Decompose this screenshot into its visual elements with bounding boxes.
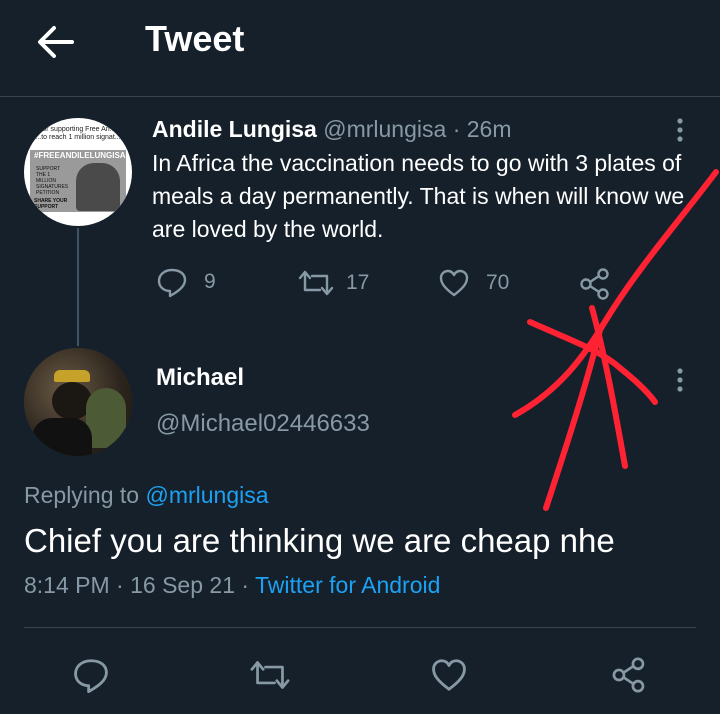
more-icon — [672, 366, 688, 396]
avatar-michael[interactable] — [24, 348, 132, 456]
avatar-shoulders — [32, 418, 92, 456]
share-icon — [578, 267, 612, 301]
annotation-stroke — [543, 327, 603, 511]
reply-tweet-text: Chief you are thinking we are cheap nhe — [24, 522, 615, 559]
retweet-icon — [298, 268, 334, 298]
avatar-badge: SHARE YOUR SUPPORT — [34, 198, 68, 210]
reply-icon — [72, 656, 110, 694]
reply-count: 9 — [204, 270, 216, 293]
meta-separator: · — [116, 572, 124, 598]
share-action[interactable] — [578, 267, 612, 301]
tweet-date: 16 Sep 21 — [130, 572, 235, 598]
avatar-petition-box: SUPPORT THE 1 MILLION SIGNATURES PETITIO… — [36, 166, 69, 196]
avatar-figure — [86, 388, 126, 448]
action-divider — [24, 627, 696, 628]
avatar-caption-top: for supporting Free An... — [40, 126, 116, 133]
annotation-stroke — [527, 319, 658, 405]
replying-to: Replying to @mrlungisa — [24, 482, 269, 509]
retweet-action[interactable]: 17 — [298, 268, 369, 298]
author-name[interactable]: Andile Lungisa — [152, 116, 317, 142]
tweet-time: · 26m — [452, 116, 512, 142]
share-button[interactable] — [610, 656, 648, 694]
annotation-stroke — [589, 305, 628, 469]
replying-to-handle[interactable]: @mrlungisa — [145, 482, 268, 508]
reply-icon — [156, 266, 188, 298]
retweet-count: 17 — [346, 271, 370, 294]
like-icon — [430, 656, 468, 694]
reply-author-handle[interactable]: @Michael02446633 — [156, 410, 370, 438]
parent-tweet-text: In Africa the vaccination needs to go wi… — [152, 150, 685, 242]
retweet-icon — [249, 658, 291, 692]
header-divider — [0, 96, 720, 97]
page-title: Tweet — [145, 18, 245, 59]
avatar-andile[interactable]: for supporting Free An... ...to reach 1 … — [24, 118, 132, 226]
avatar-hashtag: #FREEANDILELUNGISA — [34, 151, 126, 160]
like-count: 70 — [486, 271, 510, 294]
tweet-metadata: 8:14 PM · 16 Sep 21 · Twitter for Androi… — [24, 572, 440, 599]
reply-author-name[interactable]: Michael — [156, 364, 244, 392]
like-button[interactable] — [430, 656, 468, 694]
parent-more-button[interactable] — [672, 116, 688, 146]
parent-header: Andile Lungisa @mrlungisa · 26m — [152, 116, 511, 143]
more-icon — [672, 116, 688, 146]
like-icon — [438, 267, 470, 299]
retweet-button[interactable] — [249, 658, 291, 692]
avatar-caption-sub: ...to reach 1 million signat... — [35, 134, 121, 141]
tweet-source[interactable]: Twitter for Android — [255, 572, 440, 598]
back-button[interactable] — [36, 22, 76, 62]
reply-button[interactable] — [72, 656, 110, 694]
replying-to-label: Replying to — [24, 482, 140, 508]
author-handle[interactable]: @mrlungisa — [323, 116, 446, 142]
back-arrow-icon — [36, 22, 76, 62]
meta-separator: · — [241, 572, 250, 598]
share-icon — [610, 656, 648, 694]
reply-action[interactable]: 9 — [156, 266, 216, 298]
thread-line — [77, 228, 79, 346]
avatar-portrait — [76, 163, 120, 211]
avatar-cap — [54, 370, 90, 382]
reply-more-button[interactable] — [672, 366, 688, 396]
like-action[interactable]: 70 — [438, 267, 509, 299]
tweet-timestamp: 8:14 PM — [24, 572, 110, 598]
